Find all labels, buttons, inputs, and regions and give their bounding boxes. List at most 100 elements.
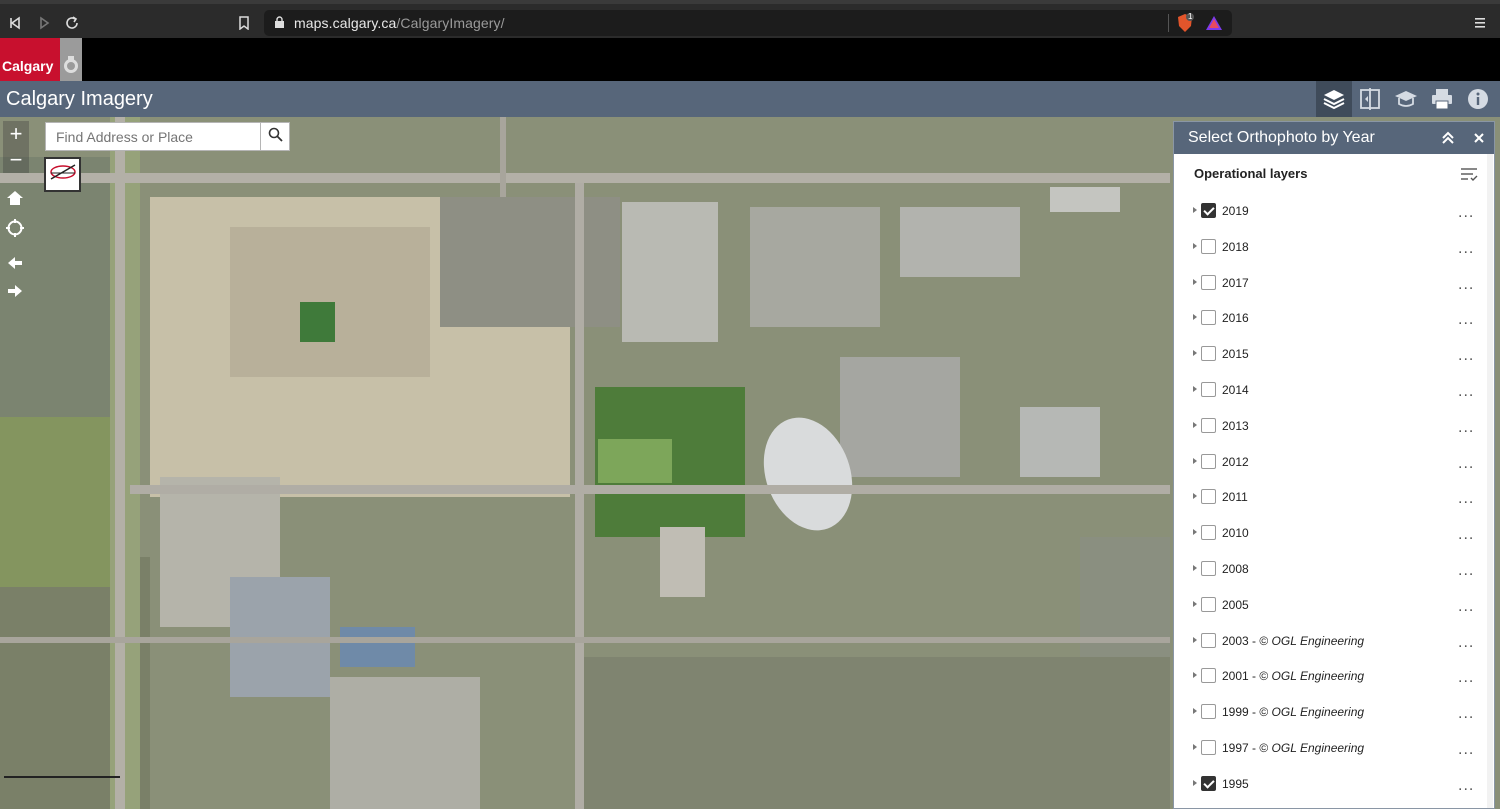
layer-row[interactable]: 2014... <box>1174 372 1494 408</box>
forward-icon[interactable] <box>34 13 54 33</box>
print-icon[interactable] <box>1424 81 1460 117</box>
layer-checkbox[interactable] <box>1201 775 1216 791</box>
layer-checkbox[interactable] <box>1201 346 1216 362</box>
expand-caret-icon[interactable] <box>1193 421 1197 428</box>
home-icon[interactable] <box>4 187 26 209</box>
zoom-in-button[interactable]: + <box>3 121 29 147</box>
layer-checkbox[interactable] <box>1201 417 1216 433</box>
tutorial-icon[interactable] <box>1388 81 1424 117</box>
layer-more-icon[interactable]: ... <box>1458 419 1474 437</box>
layer-row[interactable]: 1997 - © OGL Engineering... <box>1174 730 1494 766</box>
layer-checkbox[interactable] <box>1201 704 1216 720</box>
layer-year: 2015 <box>1222 347 1249 362</box>
layer-more-icon[interactable]: ... <box>1458 311 1474 329</box>
layer-row[interactable]: 2019... <box>1174 193 1494 229</box>
layer-row[interactable]: 2011... <box>1174 479 1494 515</box>
layer-more-icon[interactable]: ... <box>1458 204 1474 222</box>
expand-caret-icon[interactable] <box>1193 600 1197 607</box>
layer-row[interactable]: 1995... <box>1174 766 1494 802</box>
zoom-out-button[interactable]: − <box>3 147 29 173</box>
expand-caret-icon[interactable] <box>1193 529 1197 536</box>
layer-more-icon[interactable]: ... <box>1458 669 1474 687</box>
expand-caret-icon[interactable] <box>1193 207 1197 213</box>
layer-label: 2013 <box>1222 419 1249 433</box>
layer-checkbox[interactable] <box>1201 632 1216 648</box>
collapse-icon[interactable] <box>1439 129 1457 147</box>
address-bar[interactable]: maps.calgary.ca/CalgaryImagery/ 1 <box>264 10 1232 36</box>
url-text: maps.calgary.ca/CalgaryImagery/ <box>294 15 505 31</box>
layer-more-icon[interactable]: ... <box>1458 347 1474 365</box>
layer-checkbox[interactable] <box>1201 668 1216 684</box>
layer-row[interactable]: 2015... <box>1174 336 1494 372</box>
layer-row[interactable]: 2005... <box>1174 587 1494 623</box>
layer-checkbox[interactable] <box>1201 381 1216 397</box>
layer-more-icon[interactable]: ... <box>1458 562 1474 580</box>
layer-more-icon[interactable]: ... <box>1458 777 1474 795</box>
expand-caret-icon[interactable] <box>1193 493 1197 500</box>
layer-row[interactable]: 2017... <box>1174 265 1494 301</box>
expand-caret-icon[interactable] <box>1193 350 1197 357</box>
expand-caret-icon[interactable] <box>1193 278 1197 285</box>
menu-icon[interactable] <box>1470 13 1490 33</box>
layer-row[interactable]: 2012... <box>1174 444 1494 480</box>
expand-caret-icon[interactable] <box>1193 672 1197 679</box>
layer-row[interactable]: 2016... <box>1174 300 1494 336</box>
expand-caret-icon[interactable] <box>1193 708 1197 715</box>
layer-more-icon[interactable]: ... <box>1458 240 1474 258</box>
layer-more-icon[interactable]: ... <box>1458 276 1474 294</box>
layer-checkbox[interactable] <box>1201 274 1216 290</box>
layer-checkbox[interactable] <box>1201 739 1216 755</box>
brave-shield-icon[interactable]: 1 <box>1176 12 1194 38</box>
layer-row[interactable]: 2013... <box>1174 408 1494 444</box>
reload-icon[interactable] <box>62 13 82 33</box>
layer-more-icon[interactable]: ... <box>1458 741 1474 759</box>
layer-more-icon[interactable]: ... <box>1458 455 1474 473</box>
layer-checkbox[interactable] <box>1201 525 1216 541</box>
layer-row[interactable]: 2018... <box>1174 229 1494 265</box>
layer-row[interactable]: 2008... <box>1174 551 1494 587</box>
layer-more-icon[interactable]: ... <box>1458 634 1474 652</box>
bookmark-icon[interactable] <box>234 13 254 33</box>
layer-year: 2017 <box>1222 275 1249 290</box>
layers-icon[interactable] <box>1316 81 1352 117</box>
layer-checkbox[interactable] <box>1201 560 1216 576</box>
expand-caret-icon[interactable] <box>1193 564 1197 571</box>
search-input[interactable] <box>46 123 260 150</box>
layer-row[interactable]: 2003 - © OGL Engineering... <box>1174 623 1494 659</box>
layer-row[interactable]: 2001 - © OGL Engineering... <box>1174 658 1494 694</box>
back-icon[interactable] <box>6 13 26 33</box>
previous-extent-icon[interactable] <box>4 252 26 274</box>
swipe-icon[interactable] <box>1352 81 1388 117</box>
expand-caret-icon[interactable] <box>1193 385 1197 392</box>
layer-checkbox[interactable] <box>1201 310 1216 326</box>
next-extent-icon[interactable] <box>4 280 26 302</box>
layer-checkbox[interactable] <box>1201 238 1216 254</box>
layer-more-icon[interactable]: ... <box>1458 705 1474 723</box>
layer-more-icon[interactable]: ... <box>1458 598 1474 616</box>
layer-row[interactable]: 2010... <box>1174 515 1494 551</box>
layer-checkbox[interactable] <box>1201 203 1216 218</box>
layer-row[interactable]: 1999 - © OGL Engineering... <box>1174 694 1494 730</box>
brave-rewards-icon[interactable] <box>1205 14 1223 37</box>
basemap-toggle-button[interactable] <box>44 157 81 192</box>
search-box[interactable] <box>45 122 261 151</box>
expand-caret-icon[interactable] <box>1193 457 1197 464</box>
layer-checkbox[interactable] <box>1201 453 1216 469</box>
layer-list-panel: Select Orthophoto by Year Operational la… <box>1173 121 1495 809</box>
search-button[interactable] <box>260 122 290 151</box>
layer-checkbox[interactable] <box>1201 489 1216 505</box>
locate-icon[interactable] <box>4 217 26 239</box>
expand-caret-icon[interactable] <box>1193 636 1197 643</box>
calgary-logo[interactable]: Calgary <box>0 38 82 81</box>
layer-checkbox[interactable] <box>1201 596 1216 612</box>
layer-more-icon[interactable]: ... <box>1458 383 1474 401</box>
info-icon[interactable] <box>1460 81 1496 117</box>
layer-options-icon[interactable] <box>1460 166 1478 182</box>
close-icon[interactable] <box>1470 129 1488 147</box>
layer-more-icon[interactable]: ... <box>1458 526 1474 544</box>
expand-caret-icon[interactable] <box>1193 242 1197 249</box>
expand-caret-icon[interactable] <box>1193 314 1197 321</box>
layer-more-icon[interactable]: ... <box>1458 490 1474 508</box>
expand-caret-icon[interactable] <box>1193 779 1197 786</box>
expand-caret-icon[interactable] <box>1193 743 1197 750</box>
